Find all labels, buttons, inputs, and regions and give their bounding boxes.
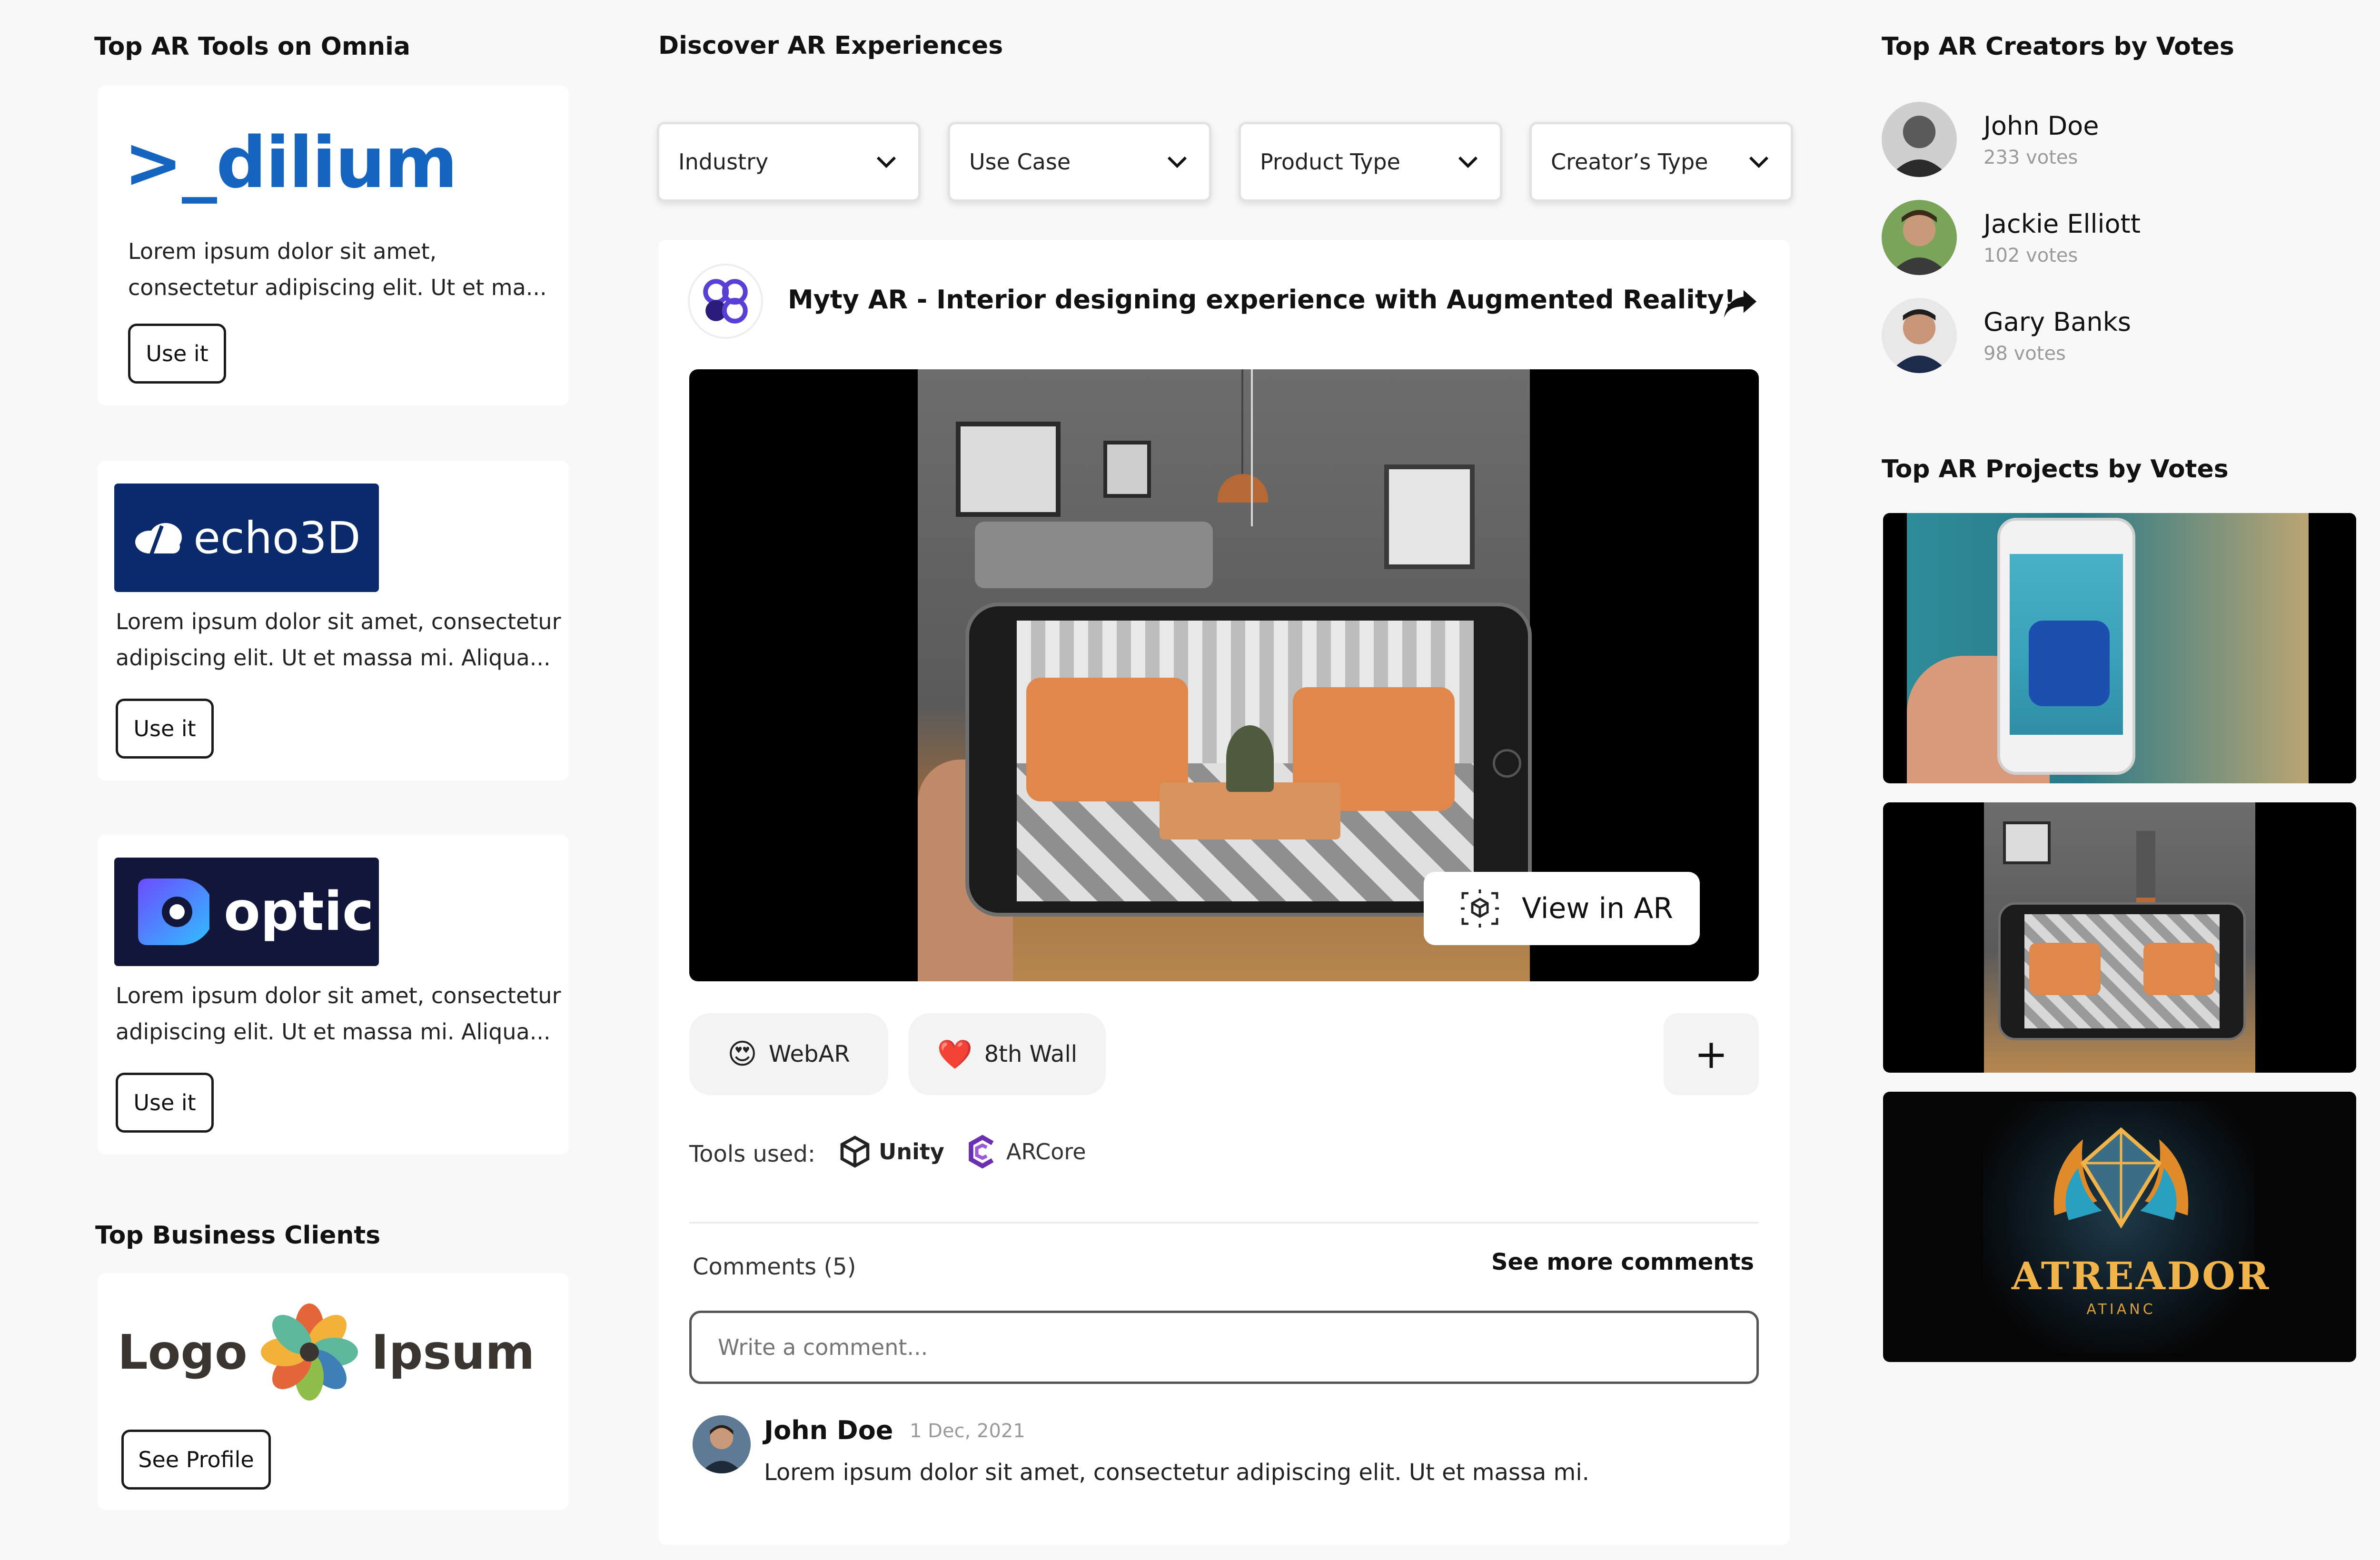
chevron-down-icon xyxy=(1458,156,1478,168)
tool-desc-line: adipiscing elit. Ut et massa mi. Aliqua.… xyxy=(116,1019,551,1045)
use-it-button[interactable]: Use it xyxy=(128,324,226,384)
comment-text: Lorem ipsum dolor sit amet, consectetur … xyxy=(764,1459,1589,1486)
client-card: Logo Ipsum See Profile xyxy=(98,1274,569,1510)
creator-votes: 102 votes xyxy=(1983,244,2078,267)
post-title: Myty AR - Interior designing experience … xyxy=(788,285,1736,315)
creator-avatar xyxy=(1882,200,1957,275)
ar-cube-icon xyxy=(1461,889,1499,928)
add-tag-button[interactable]: + xyxy=(1664,1013,1759,1095)
logo-ipsum-right: Ipsum xyxy=(371,1324,535,1380)
creator-item[interactable]: Gary Banks 98 votes xyxy=(1882,298,2131,373)
tool-unity[interactable]: Unity xyxy=(838,1135,944,1169)
industry-dropdown[interactable]: Industry xyxy=(657,122,921,202)
tool-desc-line: adipiscing elit. Ut et massa mi. Aliqua.… xyxy=(116,645,551,671)
chevron-down-icon xyxy=(1167,156,1187,168)
creator-avatar xyxy=(1882,298,1957,373)
comment-input[interactable] xyxy=(689,1311,1759,1384)
creator-item[interactable]: Jackie Elliott 102 votes xyxy=(1882,200,2141,275)
use-case-dropdown[interactable]: Use Case xyxy=(948,122,1211,202)
emblem-icon xyxy=(2053,1127,2189,1229)
heart-icon: ❤️ xyxy=(937,1037,973,1071)
creator-name: John Doe xyxy=(1983,110,2099,141)
see-profile-button[interactable]: See Profile xyxy=(121,1430,271,1490)
dropdown-label: Industry xyxy=(678,149,769,175)
tool-card-dilium: >_dilium Lorem ipsum dolor sit amet, con… xyxy=(98,86,569,405)
chevron-down-icon xyxy=(1749,156,1769,168)
tool-arcore[interactable]: ARCore xyxy=(965,1135,1086,1169)
creator-avatar xyxy=(1882,102,1957,177)
optic-mark-icon xyxy=(138,879,209,945)
creators-type-dropdown[interactable]: Creator’s Type xyxy=(1529,122,1793,202)
tool-card-optic: optic Lorem ipsum dolor sit amet, consec… xyxy=(98,835,569,1155)
tag-label: WebAR xyxy=(768,1041,850,1067)
clients-section-title: Top Business Clients xyxy=(95,1221,381,1250)
creator-votes: 98 votes xyxy=(1983,342,2066,365)
discover-section-title: Discover AR Experiences xyxy=(658,31,1003,60)
optic-logo-text: optic xyxy=(224,881,374,943)
atreador-sub-text: ATIANC xyxy=(2086,1301,2156,1318)
echo3d-logo-text: echo3D xyxy=(193,512,361,563)
avatar-person-icon xyxy=(693,1415,751,1473)
optic-logo: optic xyxy=(114,858,379,966)
tool-desc-line: Lorem ipsum dolor sit amet, consectetur xyxy=(116,609,561,634)
comments-label: Comments (5) xyxy=(693,1254,856,1280)
arcore-logo-icon xyxy=(969,1135,994,1169)
avatar-person-icon xyxy=(1882,102,1957,177)
tag-webar[interactable]: 😍 WebAR xyxy=(689,1013,888,1095)
projects-section-title: Top AR Projects by Votes xyxy=(1882,455,2229,484)
phone-device xyxy=(1997,518,2135,775)
heart-eyes-icon: 😍 xyxy=(727,1037,757,1071)
flower-logo-icon xyxy=(260,1303,358,1401)
comment-date: 1 Dec, 2021 xyxy=(910,1420,1025,1442)
creator-name: Jackie Elliott xyxy=(1983,208,2141,239)
divider xyxy=(689,1222,1759,1224)
dilium-logo: >_dilium xyxy=(124,122,458,204)
share-icon[interactable] xyxy=(1721,284,1760,323)
dropdown-label: Product Type xyxy=(1260,149,1400,175)
tag-label: 8th Wall xyxy=(984,1041,1078,1067)
comment-author-name[interactable]: John Doe xyxy=(764,1415,893,1445)
atreador-logo-text: ATREADOR xyxy=(2012,1254,2271,1298)
use-it-button[interactable]: Use it xyxy=(116,699,214,759)
tag-8th-wall[interactable]: ❤️ 8th Wall xyxy=(909,1013,1106,1095)
logo-ipsum: Logo Ipsum xyxy=(118,1297,535,1407)
creators-section-title: Top AR Creators by Votes xyxy=(1882,32,2234,61)
post-image[interactable]: View in AR xyxy=(689,369,1759,981)
tool-card-echo3d: echo3D Lorem ipsum dolor sit amet, conse… xyxy=(98,461,569,780)
chevron-down-icon xyxy=(876,156,896,168)
tools-section-title: Top AR Tools on Omnia xyxy=(94,32,411,61)
tool-desc-line: Lorem ipsum dolor sit amet, consectetur xyxy=(116,983,561,1008)
logo-ipsum-left: Logo xyxy=(118,1324,248,1380)
post-card: Myty AR - Interior designing experience … xyxy=(658,240,1790,1545)
project-thumbnail[interactable] xyxy=(1883,513,2356,783)
tools-used-label: Tools used: xyxy=(689,1141,816,1167)
product-type-dropdown[interactable]: Product Type xyxy=(1239,122,1502,202)
cloud-icon xyxy=(135,523,182,554)
project-thumbnail[interactable]: ATREADOR ATIANC xyxy=(1883,1092,2356,1362)
see-more-comments-link[interactable]: See more comments xyxy=(1491,1249,1754,1275)
dropdown-label: Use Case xyxy=(969,149,1071,175)
creator-name: Gary Banks xyxy=(1983,306,2132,337)
avatar-person-icon xyxy=(1882,200,1957,275)
avatar-person-icon xyxy=(1882,298,1957,373)
creator-votes: 233 votes xyxy=(1983,146,2078,168)
use-it-button[interactable]: Use it xyxy=(116,1073,214,1133)
myty-logo[interactable] xyxy=(688,264,763,339)
project-thumbnail[interactable] xyxy=(1883,802,2356,1073)
arcore-label: ARCore xyxy=(1006,1139,1086,1165)
unity-logo-icon xyxy=(840,1135,870,1168)
myty-logo-icon xyxy=(703,279,748,324)
view-in-ar-label: View in AR xyxy=(1522,892,1673,925)
plus-icon: + xyxy=(1694,1031,1728,1077)
view-in-ar-button[interactable]: View in AR xyxy=(1424,872,1700,945)
creator-item[interactable]: John Doe 233 votes xyxy=(1882,102,2099,177)
unity-label: Unity xyxy=(879,1139,944,1165)
dropdown-label: Creator’s Type xyxy=(1551,149,1708,175)
tool-desc-line: Lorem ipsum dolor sit amet, xyxy=(128,238,437,264)
tool-desc-line: consectetur adipiscing elit. Ut et ma... xyxy=(128,275,547,300)
echo3d-logo: echo3D xyxy=(114,484,379,592)
comment-author-avatar[interactable] xyxy=(693,1415,751,1473)
tablet-device xyxy=(965,602,1532,917)
